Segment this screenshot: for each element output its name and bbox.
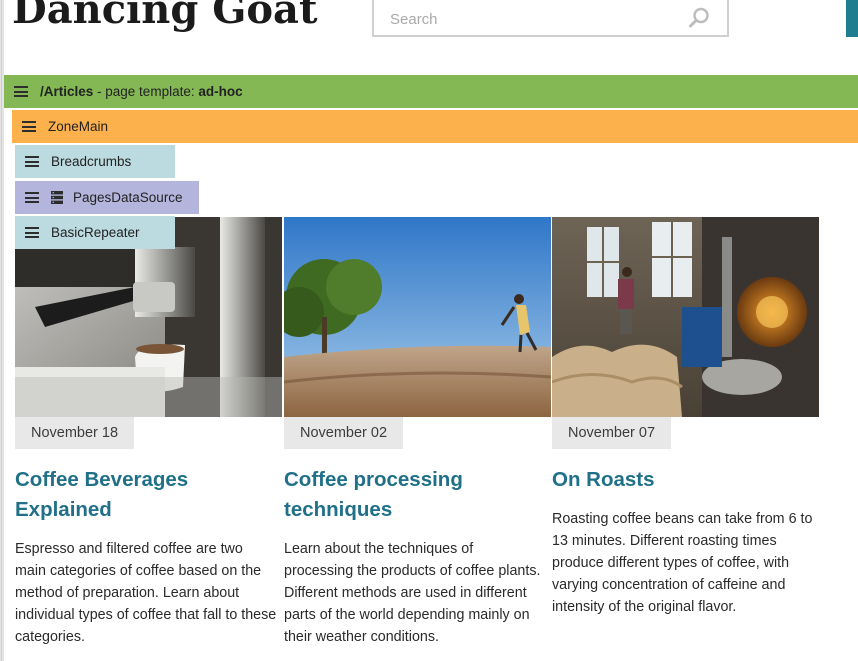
article-title[interactable]: Coffee processing techniques bbox=[284, 465, 546, 525]
search-box bbox=[372, 0, 729, 37]
datasource-icon bbox=[51, 191, 63, 204]
article-summary: Learn about the techniques of processing… bbox=[284, 541, 541, 645]
webpart-name: BasicRepeater bbox=[51, 225, 140, 240]
menu-icon[interactable] bbox=[14, 86, 28, 97]
search-input[interactable] bbox=[388, 7, 672, 31]
zone-name: ZoneMain bbox=[48, 119, 109, 134]
article-image-roasting[interactable] bbox=[552, 217, 819, 417]
site-logo[interactable]: Dancing Goat bbox=[12, 0, 317, 33]
article-date: November 07 bbox=[552, 417, 672, 449]
webpart-repeater-bar[interactable]: BasicRepeater bbox=[15, 216, 175, 249]
article-date: November 18 bbox=[15, 417, 135, 449]
page-template-label: - page template: bbox=[93, 84, 199, 99]
menu-icon[interactable] bbox=[25, 192, 39, 203]
menu-icon[interactable] bbox=[22, 121, 36, 132]
webpart-name: Breadcrumbs bbox=[51, 154, 132, 169]
header-accent-edge bbox=[846, 0, 858, 37]
webpart-name: PagesDataSource bbox=[73, 190, 183, 205]
article-title[interactable]: On Roasts bbox=[552, 465, 814, 495]
article-card: November 02 Coffee processing techniques… bbox=[284, 217, 551, 645]
page-template-bar[interactable]: /Articles - page template: ad-hoc bbox=[4, 75, 858, 108]
webpart-breadcrumbs-bar[interactable]: Breadcrumbs bbox=[15, 145, 175, 178]
article-date: November 02 bbox=[284, 417, 404, 449]
search-icon[interactable] bbox=[687, 6, 711, 30]
menu-icon[interactable] bbox=[25, 156, 39, 167]
article-summary: Espresso and filtered coffee are two mai… bbox=[15, 541, 277, 645]
article-summary: Roasting coffee beans can take from 6 to… bbox=[552, 511, 813, 615]
menu-icon[interactable] bbox=[25, 227, 39, 238]
article-title[interactable]: Coffee Beverages Explained bbox=[15, 465, 277, 525]
article-card: November 07 On Roasts Roasting coffee be… bbox=[552, 217, 819, 615]
zone-bar[interactable]: ZoneMain bbox=[12, 110, 858, 143]
webpart-datasource-bar[interactable]: PagesDataSource bbox=[15, 181, 199, 214]
page-path: /Articles bbox=[40, 84, 94, 99]
article-image-processing[interactable] bbox=[284, 217, 551, 417]
page-template-name: ad-hoc bbox=[198, 84, 243, 99]
